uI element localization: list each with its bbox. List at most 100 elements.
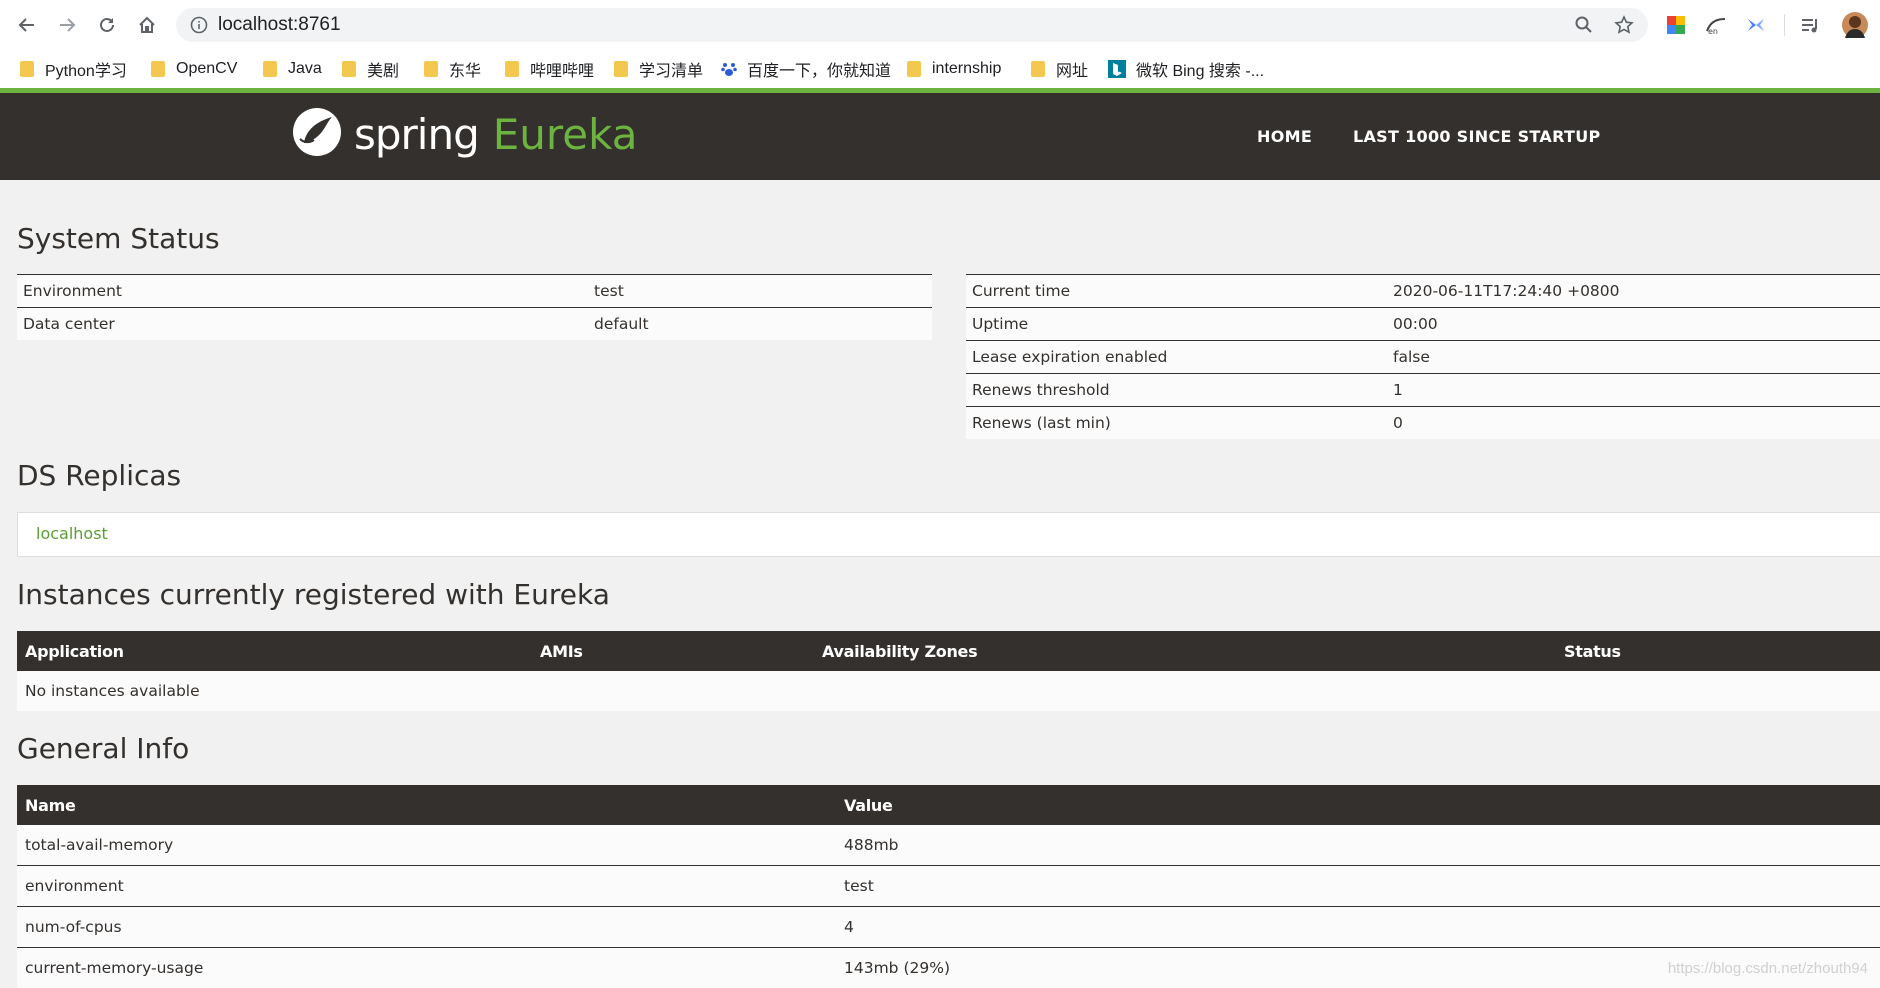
bookmark-label: Python学习	[45, 57, 127, 81]
column-header: Availability Zones	[814, 631, 1556, 671]
table-row: total-avail-memory 488mb	[17, 825, 1880, 866]
bookmark-label: 微软 Bing 搜索 -...	[1136, 57, 1264, 81]
nav-last-1000-link[interactable]: LAST 1000 SINCE STARTUP	[1353, 127, 1601, 146]
url-text: localhost:8761	[218, 14, 341, 36]
bookmark-label: 美剧	[367, 57, 399, 81]
folder-icon	[20, 61, 34, 77]
logo-eureka-text: Eureka	[493, 110, 638, 159]
empty-state-text: No instances available	[17, 671, 1880, 711]
profile-avatar[interactable]	[1842, 12, 1868, 38]
bookmark-item[interactable]: 微软 Bing 搜索 -...	[1108, 56, 1264, 82]
folder-icon	[263, 61, 277, 77]
folder-icon	[424, 61, 438, 77]
bookmark-label: Java	[288, 60, 322, 78]
toolbar-divider	[1784, 14, 1785, 36]
info-name-cell: num-of-cpus	[17, 907, 836, 948]
table-row: current-memory-usage 143mb (29%)	[17, 948, 1880, 988]
info-name-cell: environment	[17, 866, 836, 907]
table-row: Lease expiration enabled false	[966, 341, 1880, 374]
folder-icon	[151, 61, 165, 77]
status-value-cell: 2020-06-11T17:24:40 +0800	[1387, 275, 1880, 308]
status-name-cell: Current time	[966, 275, 1387, 308]
status-value-cell: false	[1387, 341, 1880, 374]
column-header: Status	[1556, 631, 1880, 671]
column-header: Value	[836, 785, 1880, 825]
extension-bird-icon[interactable]	[1744, 13, 1768, 37]
bookmark-item[interactable]: Java	[263, 56, 322, 82]
column-header: AMIs	[532, 631, 814, 671]
logo-spring-text: spring	[354, 110, 479, 159]
folder-icon	[907, 61, 921, 77]
table-header-row: Application AMIs Availability Zones Stat…	[17, 631, 1880, 671]
bookmark-item[interactable]: 学习清单	[614, 56, 703, 82]
bookmark-label: 哔哩哔哩	[530, 57, 594, 81]
spring-eureka-logo[interactable]: spring Eureka	[290, 105, 637, 163]
address-bar[interactable]: localhost:8761	[176, 8, 1648, 42]
bookmark-item[interactable]: 哔哩哔哩	[505, 56, 594, 82]
folder-icon	[614, 61, 628, 77]
table-row: Environment test	[17, 275, 932, 308]
system-status-heading: System Status	[17, 222, 220, 255]
baidu-paw-icon	[721, 61, 737, 77]
table-row: Renews threshold 1	[966, 374, 1880, 407]
nav-home-link[interactable]: HOME	[1257, 127, 1312, 146]
system-status-right-table: Current time 2020-06-11T17:24:40 +0800 U…	[966, 274, 1880, 439]
ds-replicas-heading: DS Replicas	[17, 459, 181, 492]
bookmark-label: OpenCV	[176, 60, 237, 78]
table-header-row: Name Value	[17, 785, 1880, 825]
info-icon[interactable]	[190, 16, 208, 34]
bing-icon	[1108, 60, 1126, 78]
media-control-icon[interactable]	[1798, 13, 1822, 37]
status-name-cell: Renews (last min)	[966, 407, 1387, 440]
extension-translate-icon[interactable]: en	[1704, 13, 1728, 37]
instances-heading: Instances currently registered with Eure…	[17, 578, 610, 611]
reload-icon[interactable]	[94, 12, 120, 38]
info-value-cell: 488mb	[836, 825, 1880, 866]
info-value-cell: test	[836, 866, 1880, 907]
bookmark-item[interactable]: internship	[907, 56, 1001, 82]
back-arrow-icon[interactable]	[14, 12, 40, 38]
info-name-cell: current-memory-usage	[17, 948, 836, 988]
svg-text:en: en	[1708, 27, 1718, 35]
bookmark-item[interactable]: 东华	[424, 56, 481, 82]
extension-colorful-icon[interactable]	[1664, 13, 1688, 37]
table-row: Renews (last min) 0	[966, 407, 1880, 440]
folder-icon	[1031, 61, 1045, 77]
instances-table: Application AMIs Availability Zones Stat…	[17, 631, 1880, 711]
bookmark-item[interactable]: 百度一下，你就知道	[721, 56, 891, 82]
bookmark-item[interactable]: OpenCV	[151, 56, 237, 82]
replica-link[interactable]: localhost	[36, 524, 108, 543]
column-header: Application	[17, 631, 532, 671]
bookmark-label: 学习清单	[639, 57, 703, 81]
status-name-cell: Environment	[17, 275, 588, 308]
status-value-cell: 0	[1387, 407, 1880, 440]
column-header: Name	[17, 785, 836, 825]
bookmark-item[interactable]: 网址	[1031, 56, 1088, 82]
general-info-table: Name Value total-avail-memory 488mb envi…	[17, 785, 1880, 988]
table-row: No instances available	[17, 671, 1880, 711]
bookmark-item[interactable]: Python学习	[20, 56, 127, 82]
replicas-list: localhost	[17, 512, 1880, 557]
status-value-cell: 00:00	[1387, 308, 1880, 341]
browser-toolbar: localhost:8761 en	[0, 0, 1880, 50]
bookmark-star-icon[interactable]	[1614, 15, 1634, 35]
zoom-icon[interactable]	[1574, 15, 1594, 35]
status-value-cell: default	[588, 308, 932, 341]
table-row: Uptime 00:00	[966, 308, 1880, 341]
forward-arrow-icon[interactable]	[54, 12, 80, 38]
folder-icon	[342, 61, 356, 77]
bookmark-item[interactable]: 美剧	[342, 56, 399, 82]
home-icon[interactable]	[134, 12, 160, 38]
status-name-cell: Uptime	[966, 308, 1387, 341]
bookmark-label: 百度一下，你就知道	[747, 57, 891, 81]
bookmarks-bar: Python学习 OpenCV Java 美剧 东华 哔哩哔哩 学习清单 百度一…	[0, 50, 1880, 90]
status-name-cell: Renews threshold	[966, 374, 1387, 407]
bookmark-label: internship	[932, 60, 1001, 78]
status-value-cell: 1	[1387, 374, 1880, 407]
eureka-navbar: spring Eureka HOME LAST 1000 SINCE START…	[0, 93, 1880, 180]
table-row: Current time 2020-06-11T17:24:40 +0800	[966, 275, 1880, 308]
table-row: environment test	[17, 866, 1880, 907]
info-value-cell: 4	[836, 907, 1880, 948]
table-row: Data center default	[17, 308, 932, 341]
status-name-cell: Data center	[17, 308, 588, 341]
